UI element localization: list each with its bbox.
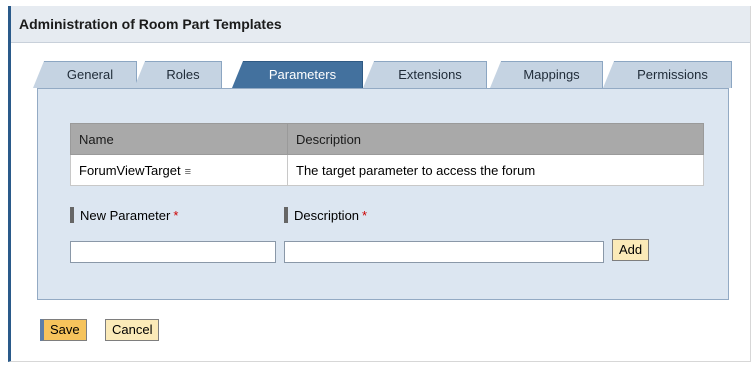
table-cell-description: The target parameter to access the forum [287, 154, 704, 186]
parameter-name: ForumViewTarget [79, 162, 181, 178]
new-parameter-input[interactable] [70, 241, 276, 263]
parameters-panel: Name Description ForumViewTarget ≡ The ta… [37, 88, 729, 300]
tab-permissions[interactable]: Permissions [603, 61, 732, 88]
column-header-description: Description [287, 123, 704, 155]
tab-mappings[interactable]: Mappings [490, 61, 603, 88]
tab-parameters[interactable]: Parameters [232, 61, 363, 88]
table-header-row: Name Description [70, 123, 704, 155]
tab-general[interactable]: General [33, 61, 137, 88]
page-title: Administration of Room Part Templates [11, 6, 750, 43]
table-cell-name[interactable]: ForumViewTarget ≡ [70, 154, 288, 186]
admin-window: Administration of Room Part Templates Ge… [8, 6, 751, 362]
hierarchy-icon[interactable]: ≡ [185, 166, 191, 178]
tab-strip: General Roles Parameters Extensions Mapp… [33, 61, 737, 88]
description-label: Description * [284, 207, 367, 225]
required-marker: * [362, 208, 368, 223]
add-button[interactable]: Add [612, 239, 650, 261]
tab-extensions[interactable]: Extensions [363, 61, 487, 88]
required-marker: * [173, 208, 179, 223]
cancel-button[interactable]: Cancel [105, 319, 160, 341]
parameters-table: Name Description ForumViewTarget ≡ The ta… [70, 123, 704, 186]
table-row[interactable]: ForumViewTarget ≡ The target parameter to… [70, 154, 704, 186]
column-header-name: Name [70, 123, 288, 155]
description-input[interactable] [284, 241, 604, 263]
save-button[interactable]: Save [40, 319, 87, 341]
label-marker [70, 207, 74, 223]
new-parameter-label: New Parameter * [70, 207, 178, 225]
label-marker [284, 207, 288, 223]
tab-roles[interactable]: Roles [134, 61, 222, 88]
